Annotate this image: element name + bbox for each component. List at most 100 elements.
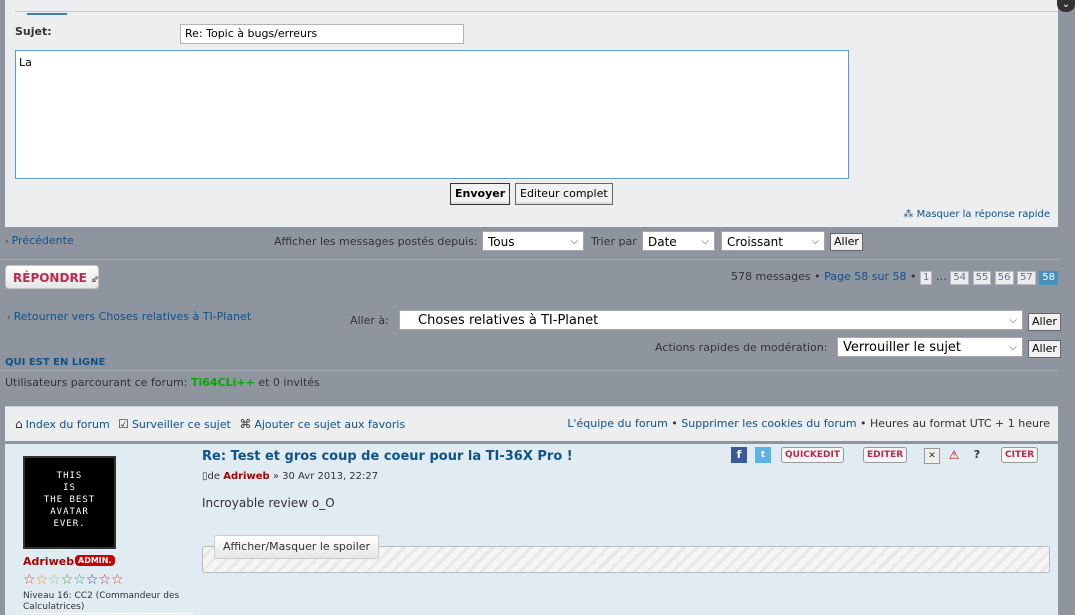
team-link[interactable]: L'équipe du forum [567, 417, 667, 430]
avatar-text: THIS [56, 471, 83, 481]
sort-select[interactable]: Date ⌵ [642, 231, 715, 251]
pagination: 578 messages • Page 58 sur 58 • 1 … 54 5… [731, 270, 1058, 285]
filter-go-button[interactable]: Aller [830, 233, 863, 251]
profile-divider [23, 613, 193, 614]
scroll-down-icon[interactable]: ⌄ [1057, 0, 1075, 12]
post: THIS IS THE BEST AVATAR EVER. Adriweb AD… [5, 444, 1058, 615]
send-button[interactable]: Envoyer [450, 183, 511, 205]
quote-button[interactable]: CITER [1001, 447, 1039, 463]
delete-icon[interactable]: ✕ [924, 448, 940, 464]
full-editor-button[interactable]: Editeur complet [515, 183, 613, 205]
reply-button[interactable]: RÉPONDRE ⇙ [5, 265, 99, 289]
quickedit-button[interactable]: QUICKEDIT [781, 447, 844, 463]
avatar-text: AVATAR [50, 507, 89, 517]
page-link-56[interactable]: 56 [994, 271, 1014, 285]
online-prefix: Utilisateurs parcourant ce forum: [5, 376, 188, 389]
rank-title: Niveau 16: CC2 (Commandeur des Calculatr… [23, 591, 180, 612]
post-author-link[interactable]: Adriweb [223, 471, 269, 482]
subject-input[interactable]: Re: Topic à bugs/erreurs [180, 24, 464, 44]
online-users-text: Utilisateurs parcourant ce forum: Ti64CL… [5, 376, 320, 389]
spoiler-toggle-button[interactable]: Afficher/Masquer le spoiler [214, 535, 380, 559]
quick-reply-panel: Sujet: Re: Topic à bugs/erreurs La Envoy… [5, 0, 1058, 227]
admin-badge: ADMIN. [75, 555, 115, 566]
online-suffix: et 0 invités [258, 376, 320, 389]
star-icon: ☆ [85, 572, 99, 588]
divider [0, 370, 1058, 371]
messages-count: 578 messages [730, 270, 811, 283]
facebook-icon[interactable]: f [731, 447, 747, 463]
navbar-left: ⌂ Index du forum ☑ Surveiller ce sujet ⌘ Aj… [15, 417, 405, 431]
sort-label: Trier par [591, 235, 637, 248]
jump-label: Aller à: [350, 314, 389, 327]
post-body: Incroyable review o_O [202, 496, 335, 510]
mod-actions-label: Actions rapides de modération: [655, 341, 828, 354]
star-icon: ☆ [23, 572, 36, 588]
page-info-link[interactable]: Page 58 sur 58 [824, 270, 906, 283]
post-buttons: f t QUICKEDIT EDITER ✕ ⚠ ? CITER [731, 447, 1051, 465]
mod-actions-value: Verrouiller le sujet [843, 340, 962, 355]
meta-prefix: de [207, 471, 221, 482]
page-link-54[interactable]: 54 [950, 271, 970, 285]
avatar[interactable]: THIS IS THE BEST AVATAR EVER. [23, 456, 116, 549]
timezone-text: Heures au format UTC + 1 heure [870, 417, 1050, 430]
since-value: Tous [488, 235, 515, 249]
chevron-down-icon: ⌵ [811, 236, 819, 247]
chevron-down-icon: ⌵ [1009, 315, 1017, 326]
back-label: Retourner vers Choses relatives à TI-Pla… [13, 310, 252, 323]
star-icon: ☆ [110, 572, 124, 588]
hide-quick-reply-label: Masquer la réponse rapide [916, 209, 1050, 220]
watch-topic-link[interactable]: Surveiller ce sujet [132, 418, 231, 431]
home-icon: ⌂ [15, 417, 23, 431]
show-since-label: Afficher les messages postés depuis: [274, 235, 478, 248]
jump-value: Choses relatives à TI-Planet [418, 313, 599, 328]
mod-actions-select[interactable]: Verrouiller le sujet ⌵ [837, 337, 1023, 357]
order-select[interactable]: Croissant ⌵ [721, 231, 825, 251]
forum-index-link[interactable]: Index du forum [26, 418, 110, 431]
star-icon: ☆ [48, 572, 61, 588]
message-textarea[interactable]: La [15, 50, 849, 179]
back-to-forum-link[interactable]: ‹ Retourner vers Choses relatives à TI-Pl… [7, 310, 251, 323]
page-link-55[interactable]: 55 [972, 271, 992, 285]
post-title[interactable]: Re: Test et gros coup de coeur pour la T… [202, 449, 573, 464]
jump-select[interactable]: Choses relatives à TI-Planet ⌵ [399, 310, 1023, 330]
checkbox-icon: ☑ [118, 417, 129, 431]
hide-quick-reply-link[interactable]: ⁂ Masquer la réponse rapide [903, 209, 1050, 220]
navbar-right: L'équipe du forum • Supprimer les cookie… [567, 417, 1050, 430]
poster-username[interactable]: Adriweb [23, 555, 74, 568]
delete-cookies-link[interactable]: Supprimer les cookies du forum [681, 417, 856, 430]
post-date: » 30 Avr 2013, 22:27 [272, 471, 379, 482]
reply-label: RÉPONDRE [13, 271, 87, 285]
avatar-text: IS [63, 483, 76, 493]
info-icon[interactable]: ? [969, 447, 985, 463]
page-link-1[interactable]: 1 [919, 271, 933, 285]
since-select[interactable]: Tous ⌵ [482, 231, 584, 251]
chevron-left-icon: ‹ [5, 237, 9, 247]
order-value: Croissant [727, 235, 783, 249]
star-icon: ☆ [98, 572, 111, 588]
edit-label: EDITER [867, 450, 904, 460]
edit-button[interactable]: EDITER [863, 447, 908, 463]
quickedit-label: QUICKEDIT [785, 450, 840, 460]
jump-go-button[interactable]: Aller [1028, 313, 1061, 331]
mod-go-button[interactable]: Aller [1028, 340, 1061, 358]
panel-title-fragment [27, 3, 67, 15]
online-user-link[interactable]: Ti64CLi++ [191, 376, 255, 389]
twitter-icon[interactable]: t [755, 447, 771, 463]
who-is-online-heading: QUI EST EN LIGNE [5, 357, 106, 368]
chevron-down-icon: ⌵ [570, 236, 578, 247]
avatar-text: THE BEST [43, 495, 96, 505]
bookmark-icon: ⌘ [239, 417, 252, 431]
page-link-current: 58 [1039, 271, 1058, 285]
avatar-text: EVER. [53, 519, 86, 529]
divider [0, 259, 1058, 260]
bookmark-topic-link[interactable]: Ajouter ce sujet aux favoris [254, 418, 405, 431]
chevron-left-icon: ‹ [7, 313, 11, 323]
collapse-icon: ⁂ [903, 209, 917, 220]
star-icon: ☆ [60, 572, 74, 588]
page-link-57[interactable]: 57 [1017, 271, 1036, 285]
star-icon: ☆ [35, 572, 49, 588]
report-icon[interactable]: ⚠ [946, 447, 962, 463]
page-ellipsis: … [935, 270, 947, 283]
quote-label: CITER [1005, 450, 1035, 460]
post-meta: ▯de Adriweb » 30 Avr 2013, 22:27 [202, 471, 378, 482]
